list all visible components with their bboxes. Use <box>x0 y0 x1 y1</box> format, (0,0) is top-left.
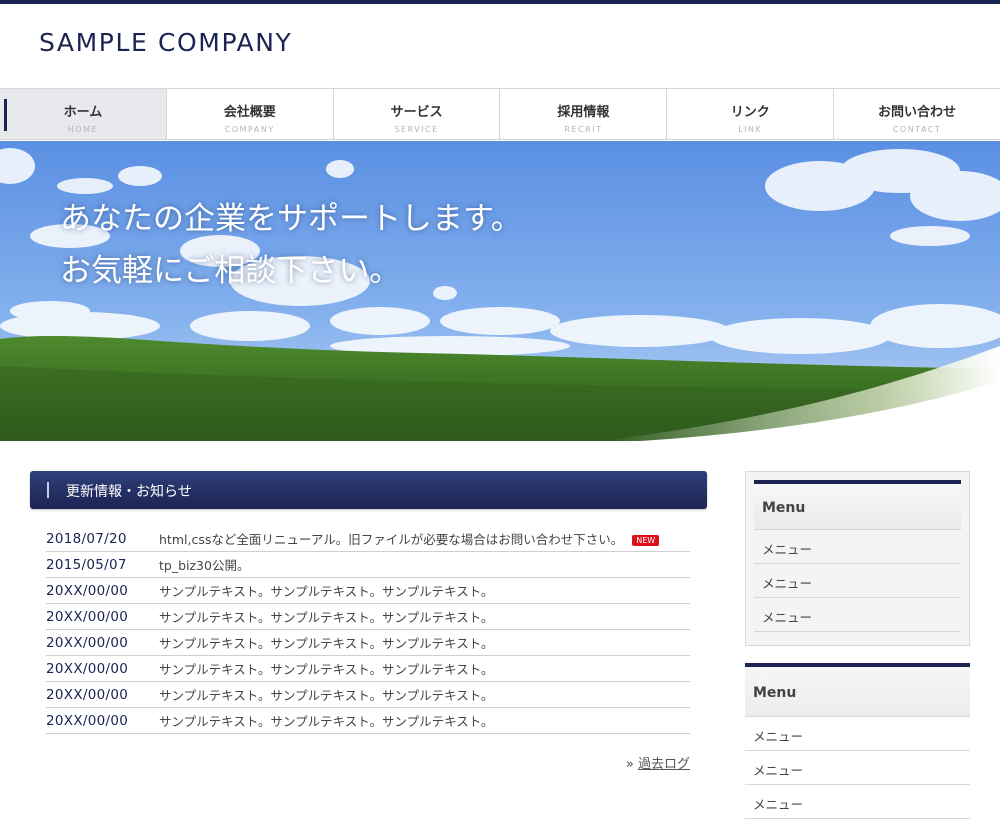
nav-sublabel: COMPANY <box>224 125 275 134</box>
news-section-title: 更新情報・お知らせ <box>66 484 192 500</box>
hero-line-1: あなたの企業をサポートします。 <box>60 201 522 237</box>
news-row: 20XX/00/00 サンプルテキスト。サンプルテキスト。サンプルテキスト。 <box>46 604 690 630</box>
nav-label: 会社概要 <box>223 105 276 120</box>
news-date: 2015/05/07 <box>46 556 127 573</box>
news-row: 20XX/00/00 サンプルテキスト。サンプルテキスト。サンプルテキスト。 <box>46 656 690 682</box>
nav-item-link[interactable]: リンク LINK <box>667 89 835 139</box>
news-row: 20XX/00/00 サンプルテキスト。サンプルテキスト。サンプルテキスト。 <box>46 682 690 708</box>
news-row: 2018/07/20 html,cssなど全面リニューアル。旧ファイルが必要な場… <box>46 526 690 552</box>
nav-label: ホーム <box>63 105 103 120</box>
nav-item-company[interactable]: 会社概要 COMPANY <box>166 89 334 139</box>
news-text: サンプルテキスト。サンプルテキスト。サンプルテキスト。 <box>159 636 494 651</box>
hero-catchcopy: あなたの企業をサポートします。 お気軽にご相談下さい。 <box>60 193 522 297</box>
archive-link[interactable]: 過去ログ <box>638 757 690 772</box>
news-date: 20XX/00/00 <box>46 634 129 651</box>
news-row: 20XX/00/00 サンプルテキスト。サンプルテキスト。サンプルテキスト。 <box>46 708 690 734</box>
news-date: 20XX/00/00 <box>46 582 129 599</box>
nav-label: サービス <box>390 105 443 120</box>
global-nav: ホーム HOME 会社概要 COMPANY サービス SERVICE 採用情報 … <box>0 88 1000 140</box>
sidebar-menu-item[interactable]: メニュー <box>745 785 970 819</box>
nav-item-contact[interactable]: お問い合わせ CONTACT <box>834 89 1000 139</box>
sidebar-menu-title: Menu <box>745 663 970 717</box>
news-date: 20XX/00/00 <box>46 660 129 677</box>
new-badge: NEW <box>632 535 660 546</box>
news-text: tp_biz30公開。 <box>159 558 250 573</box>
nav-sublabel: CONTACT <box>892 125 942 134</box>
sidebar-menu-title: Menu <box>754 480 961 530</box>
nav-sublabel: HOME <box>67 125 99 134</box>
sidebar-menu-item[interactable]: メニュー <box>745 717 970 751</box>
hero-banner: あなたの企業をサポートします。 お気軽にご相談下さい。 <box>0 141 1000 441</box>
sidebar-menu-item[interactable]: メニュー <box>754 530 961 564</box>
nav-label: リンク <box>730 105 770 120</box>
nav-label: お問い合わせ <box>878 105 957 120</box>
archive-arrow: » <box>625 757 634 772</box>
news-text: サンプルテキスト。サンプルテキスト。サンプルテキスト。 <box>159 714 494 729</box>
hero-line-2: お気軽にご相談下さい。 <box>60 253 401 289</box>
nav-sublabel: LINK <box>738 125 763 134</box>
news-text-body: html,cssなど全面リニューアル。旧ファイルが必要な場合はお問い合わせ下さい… <box>159 532 624 547</box>
news-text: サンプルテキスト。サンプルテキスト。サンプルテキスト。 <box>159 662 494 677</box>
nav-item-service[interactable]: サービス SERVICE <box>333 89 501 139</box>
news-text: html,cssなど全面リニューアル。旧ファイルが必要な場合はお問い合わせ下さい… <box>159 529 660 548</box>
top-accent-bar <box>0 0 1000 4</box>
sidebar-menu-box-1: Menu メニュー メニュー メニュー <box>745 471 970 646</box>
news-text: サンプルテキスト。サンプルテキスト。サンプルテキスト。 <box>159 688 494 703</box>
sidebar-menu-item[interactable]: メニュー <box>754 564 961 598</box>
news-list: 2018/07/20 html,cssなど全面リニューアル。旧ファイルが必要な場… <box>46 526 690 734</box>
nav-item-home[interactable]: ホーム HOME <box>0 89 167 139</box>
news-date: 20XX/00/00 <box>46 608 129 625</box>
nav-sublabel: SERVICE <box>394 125 439 134</box>
sidebar-menu-item[interactable]: メニュー <box>754 598 961 632</box>
nav-sublabel: RECRIT <box>564 125 603 134</box>
news-row: 20XX/00/00 サンプルテキスト。サンプルテキスト。サンプルテキスト。 <box>46 630 690 656</box>
news-text: サンプルテキスト。サンプルテキスト。サンプルテキスト。 <box>159 584 494 599</box>
sidebar-menu-box-2: Menu メニュー メニュー メニュー <box>745 663 970 819</box>
news-section-header: 更新情報・お知らせ <box>30 471 707 509</box>
news-date: 2018/07/20 <box>46 530 127 547</box>
news-date: 20XX/00/00 <box>46 712 129 729</box>
site-logo[interactable]: SAMPLE COMPANY <box>39 28 292 57</box>
news-row: 2015/05/07 tp_biz30公開。 <box>46 552 690 578</box>
news-text: サンプルテキスト。サンプルテキスト。サンプルテキスト。 <box>159 610 494 625</box>
nav-item-recruit[interactable]: 採用情報 RECRIT <box>500 89 668 139</box>
sidebar-menu-item[interactable]: メニュー <box>745 751 970 785</box>
archive-link-wrap: » 過去ログ <box>626 753 690 772</box>
nav-label: 採用情報 <box>557 105 610 120</box>
news-row: 20XX/00/00 サンプルテキスト。サンプルテキスト。サンプルテキスト。 <box>46 578 690 604</box>
news-date: 20XX/00/00 <box>46 686 129 703</box>
